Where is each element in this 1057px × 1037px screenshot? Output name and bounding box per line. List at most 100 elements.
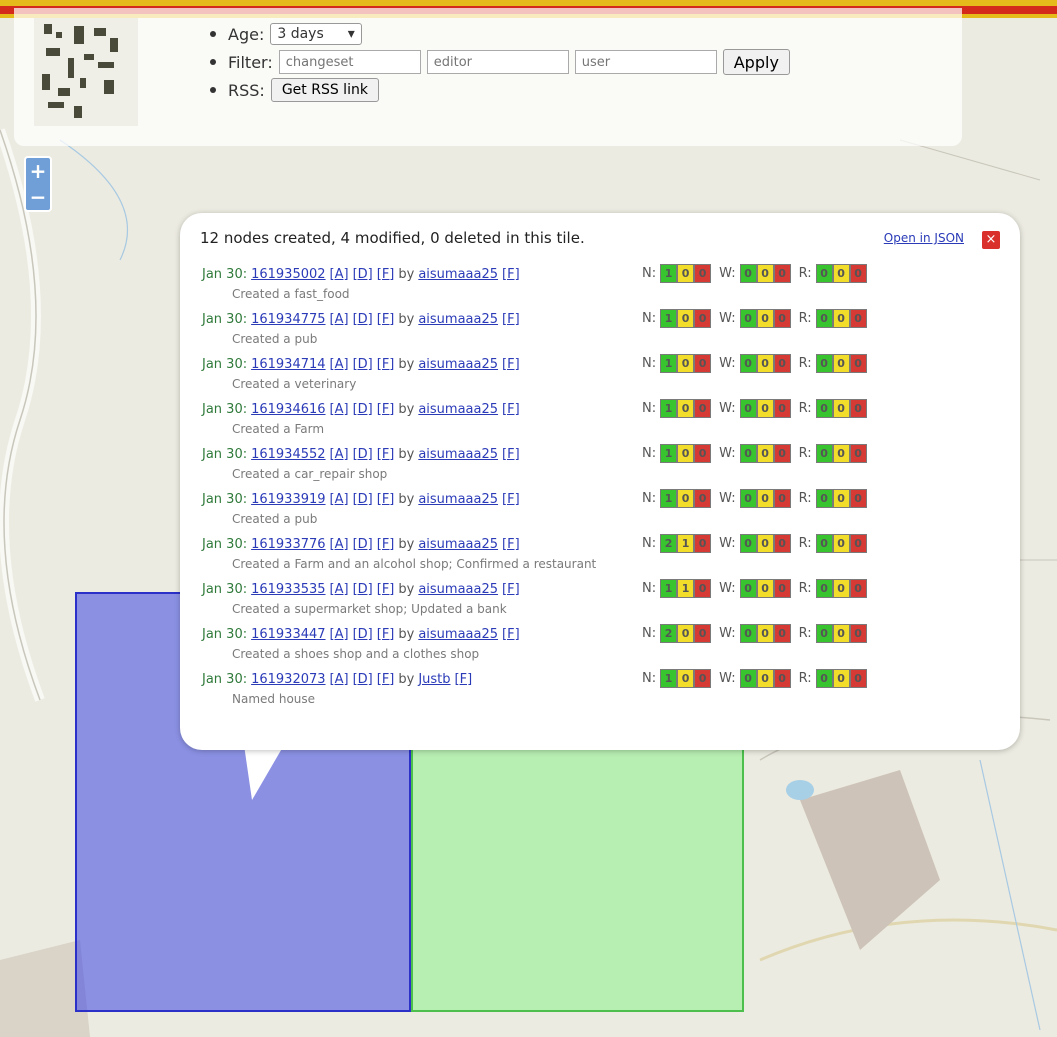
w-count-created: 0: [739, 623, 757, 643]
user-link[interactable]: aisumaaa25: [418, 447, 498, 462]
achavi-link[interactable]: [A]: [330, 672, 349, 687]
diff-link[interactable]: [D]: [353, 447, 373, 462]
filter-user-link[interactable]: [F]: [455, 672, 473, 687]
changeset-date: Jan 30:: [202, 581, 248, 597]
changeset-link[interactable]: 161933535: [251, 582, 325, 597]
rss-link-button[interactable]: Get RSS link: [270, 78, 379, 102]
editor-filter-input[interactable]: [426, 50, 569, 74]
diff-link[interactable]: [D]: [353, 582, 373, 597]
user-link[interactable]: aisumaaa25: [418, 357, 498, 372]
changeset-link[interactable]: 161935002: [251, 267, 325, 282]
changeset-filter-input[interactable]: [278, 50, 421, 74]
diff-link[interactable]: [D]: [353, 267, 373, 282]
changeset-link[interactable]: 161934552: [251, 447, 325, 462]
w-count-deleted: 0: [773, 353, 791, 373]
by-label: by: [398, 266, 415, 282]
filter-user-link[interactable]: [F]: [502, 402, 520, 417]
user-link[interactable]: aisumaaa25: [418, 627, 498, 642]
achavi-link[interactable]: [A]: [330, 312, 349, 327]
diff-link[interactable]: [D]: [353, 492, 373, 507]
achavi-link[interactable]: [A]: [330, 537, 349, 552]
relations-label: R:: [798, 265, 812, 281]
filter-changeset-link[interactable]: [F]: [377, 672, 395, 687]
diff-link[interactable]: [D]: [353, 627, 373, 642]
n-count-created: 1: [660, 353, 678, 373]
n-count-modified: 0: [677, 308, 695, 328]
w-count-modified: 0: [756, 578, 774, 598]
n-count-created: 1: [660, 668, 678, 688]
close-icon[interactable]: ×: [982, 231, 1000, 249]
user-link[interactable]: aisumaaa25: [418, 402, 498, 417]
changeset-date: Jan 30:: [202, 491, 248, 507]
counts: N: 1 1 0 W: 0 0 0 R: 0 0 0: [642, 578, 867, 598]
r-count-deleted: 0: [849, 533, 867, 553]
zoom-in-button[interactable]: +: [26, 158, 50, 184]
changeset-link[interactable]: 161933919: [251, 492, 325, 507]
filter-changeset-link[interactable]: [F]: [377, 267, 395, 282]
changeset-link[interactable]: 161934775: [251, 312, 325, 327]
w-count-deleted: 0: [773, 443, 791, 463]
filter-user-link[interactable]: [F]: [502, 357, 520, 372]
popup-summary: 12 nodes created, 4 modified, 0 deleted …: [200, 229, 585, 247]
filter-user-link[interactable]: [F]: [502, 537, 520, 552]
user-link[interactable]: aisumaaa25: [418, 267, 498, 282]
diff-link[interactable]: [D]: [353, 672, 373, 687]
filter-user-link[interactable]: [F]: [502, 582, 520, 597]
filter-changeset-link[interactable]: [F]: [377, 402, 395, 417]
user-link[interactable]: aisumaaa25: [418, 492, 498, 507]
filter-changeset-link[interactable]: [F]: [377, 627, 395, 642]
open-json-link[interactable]: Open in JSON: [884, 231, 964, 245]
changeset-link[interactable]: 161932073: [251, 672, 325, 687]
achavi-link[interactable]: [A]: [330, 492, 349, 507]
filter-user-link[interactable]: [F]: [502, 447, 520, 462]
nodes-label: N:: [642, 490, 657, 506]
filter-changeset-link[interactable]: [F]: [377, 492, 395, 507]
r-count-created: 0: [815, 398, 833, 418]
diff-link[interactable]: [D]: [353, 402, 373, 417]
list-item: Jan 30: 161932073 [A] [D] [F] by Justb […: [202, 668, 982, 713]
filter-changeset-link[interactable]: [F]: [377, 537, 395, 552]
ways-label: W:: [719, 490, 736, 506]
chevron-down-icon: ▾: [347, 26, 355, 42]
user-link[interactable]: aisumaaa25: [418, 582, 498, 597]
filter-changeset-link[interactable]: [F]: [377, 312, 395, 327]
apply-button[interactable]: Apply: [722, 49, 790, 75]
filter-changeset-link[interactable]: [F]: [377, 357, 395, 372]
n-count-created: 1: [660, 398, 678, 418]
changeset-link[interactable]: 161934616: [251, 402, 325, 417]
diff-link[interactable]: [D]: [353, 537, 373, 552]
changeset-link[interactable]: 161934714: [251, 357, 325, 372]
w-count-created: 0: [739, 398, 757, 418]
age-select[interactable]: 3 days ▾: [270, 23, 362, 45]
user-filter-input[interactable]: [574, 50, 717, 74]
filter-user-link[interactable]: [F]: [502, 312, 520, 327]
achavi-link[interactable]: [A]: [330, 582, 349, 597]
n-count-created: 1: [660, 308, 678, 328]
changeset-line: Jan 30: 161933919 [A] [D] [F] by aisumaa…: [202, 488, 520, 510]
r-count-created: 0: [815, 578, 833, 598]
relations-label: R:: [798, 445, 812, 461]
achavi-link[interactable]: [A]: [330, 447, 349, 462]
filter-user-link[interactable]: [F]: [502, 267, 520, 282]
achavi-link[interactable]: [A]: [330, 267, 349, 282]
ways-label: W:: [719, 580, 736, 596]
n-count-modified: 0: [677, 488, 695, 508]
changeset-link[interactable]: 161933776: [251, 537, 325, 552]
filter-changeset-link[interactable]: [F]: [377, 582, 395, 597]
filter-user-link[interactable]: [F]: [502, 627, 520, 642]
user-link[interactable]: aisumaaa25: [418, 312, 498, 327]
diff-link[interactable]: [D]: [353, 312, 373, 327]
filter-changeset-link[interactable]: [F]: [377, 447, 395, 462]
changeset-list: Jan 30: 161935002 [A] [D] [F] by aisumaa…: [202, 263, 982, 713]
achavi-link[interactable]: [A]: [330, 402, 349, 417]
diff-link[interactable]: [D]: [353, 357, 373, 372]
changeset-description: Created a car_repair shop: [232, 467, 388, 481]
user-link[interactable]: aisumaaa25: [418, 537, 498, 552]
achavi-link[interactable]: [A]: [330, 627, 349, 642]
achavi-link[interactable]: [A]: [330, 357, 349, 372]
filter-user-link[interactable]: [F]: [502, 492, 520, 507]
changeset-link[interactable]: 161933447: [251, 627, 325, 642]
counts: N: 1 0 0 W: 0 0 0 R: 0 0 0: [642, 308, 867, 328]
user-link[interactable]: Justb: [418, 672, 450, 687]
zoom-out-button[interactable]: −: [26, 184, 50, 210]
